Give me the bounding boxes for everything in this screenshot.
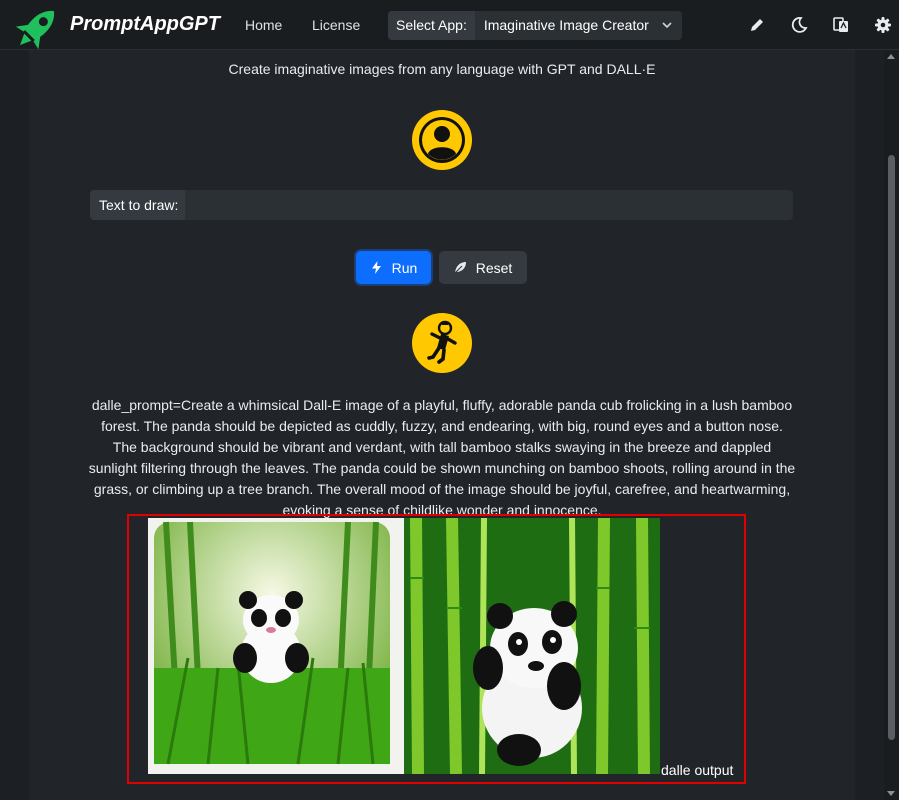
- nav-license-link[interactable]: License: [312, 17, 360, 33]
- left-gutter: [0, 50, 29, 800]
- gear-icon[interactable]: [874, 16, 892, 34]
- moon-icon[interactable]: [790, 16, 808, 34]
- user-avatar-icon: [412, 110, 472, 170]
- lightning-icon: [371, 261, 381, 274]
- pencil-icon[interactable]: [748, 16, 766, 34]
- astronaut-avatar-icon: [412, 313, 472, 373]
- scroll-down-arrow-icon[interactable]: [886, 790, 896, 798]
- app-selector: Select App: Imaginative Image Creator: [388, 11, 682, 40]
- chevron-down-icon: [662, 22, 672, 29]
- translate-icon[interactable]: [832, 16, 850, 34]
- select-app-label: Select App:: [388, 11, 475, 40]
- run-button[interactable]: Run: [356, 251, 431, 284]
- nav-home-link[interactable]: Home: [245, 17, 282, 33]
- text-to-draw-label: Text to draw:: [90, 190, 187, 220]
- selected-app-value: Imaginative Image Creator: [483, 17, 649, 33]
- scroll-up-arrow-icon[interactable]: [886, 52, 896, 60]
- reset-button[interactable]: Reset: [439, 251, 527, 284]
- scrollbar-thumb[interactable]: [888, 155, 895, 740]
- rocket-logo-icon[interactable]: [8, 2, 66, 54]
- text-to-draw-group: Text to draw:: [90, 190, 793, 220]
- brand-name[interactable]: PromptAppGPT: [70, 13, 220, 36]
- reset-button-label: Reset: [475, 259, 513, 276]
- right-gutter: [855, 50, 884, 800]
- leaf-icon: [454, 262, 466, 274]
- run-button-label: Run: [391, 259, 418, 276]
- app-select-dropdown[interactable]: Imaginative Image Creator: [474, 11, 682, 40]
- output-highlight-frame: [127, 514, 746, 784]
- dalle-prompt-text: dalle_prompt=Create a whimsical Dall-E i…: [88, 397, 796, 518]
- app-subtitle: Create imaginative images from any langu…: [228, 61, 656, 77]
- navbar: PromptAppGPT Home License Select App: Im…: [0, 0, 899, 50]
- text-to-draw-input[interactable]: [186, 190, 793, 220]
